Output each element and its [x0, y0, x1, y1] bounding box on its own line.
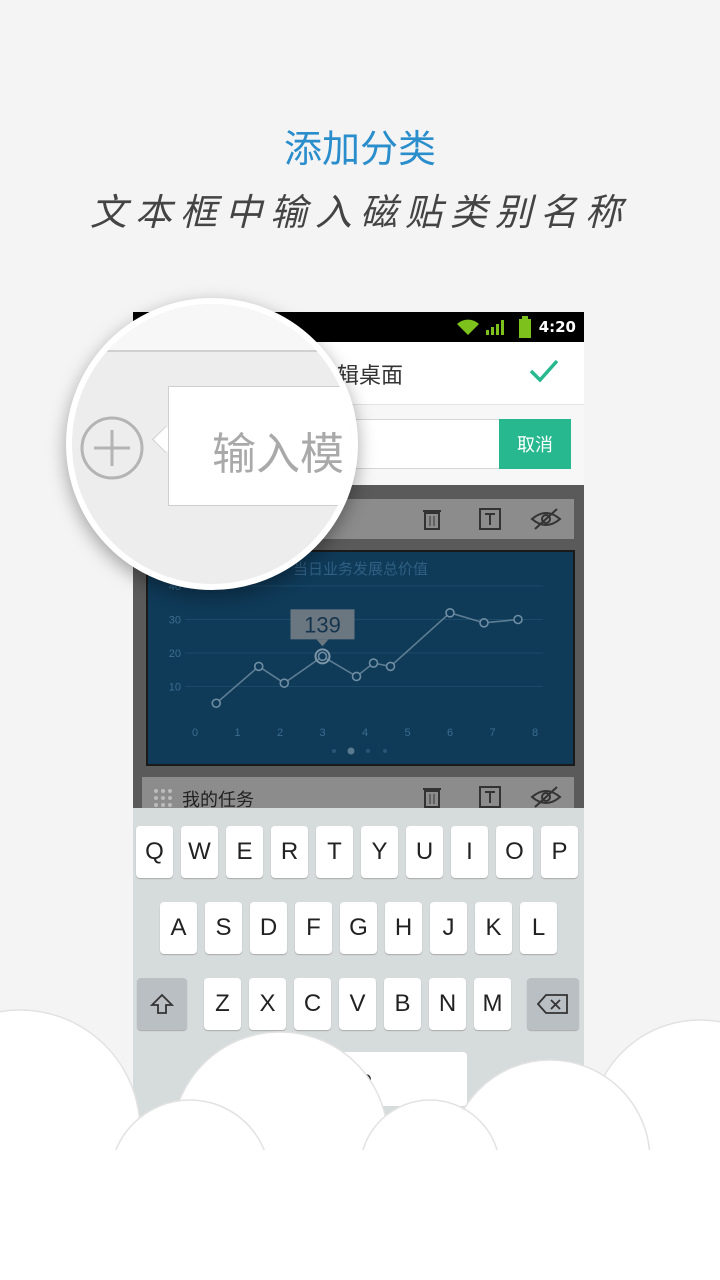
x-tick-label: 5 — [404, 727, 410, 739]
data-point — [479, 618, 489, 628]
y-tick-label: 20 — [169, 648, 181, 660]
tooltip-arrow — [316, 639, 329, 647]
page-dot — [366, 749, 370, 753]
x-tick-label: 3 — [319, 727, 325, 739]
key-r[interactable]: R — [271, 826, 308, 878]
page-dot — [332, 749, 336, 753]
key-g[interactable]: G — [340, 902, 377, 954]
cancel-button[interactable]: 取消 — [499, 419, 571, 469]
series-line — [215, 611, 519, 704]
key-d[interactable]: D — [250, 902, 287, 954]
page-title: 添加分类 — [283, 127, 436, 171]
data-point — [385, 661, 396, 672]
delete-icon[interactable] — [420, 507, 444, 531]
page-subtitle: 文本框中输入磁贴类别名称 — [90, 191, 630, 234]
key-i[interactable]: I — [451, 826, 488, 878]
data-point — [513, 614, 523, 625]
signal-icon — [486, 320, 504, 335]
x-tick-label: 1 — [234, 727, 240, 739]
drag-handle-icon[interactable] — [152, 787, 174, 809]
key-e[interactable]: E — [226, 826, 263, 878]
hide-eye-icon[interactable] — [530, 785, 562, 809]
x-tick-label: 8 — [532, 727, 538, 739]
key-h[interactable]: H — [385, 902, 422, 954]
key-p[interactable]: P — [541, 826, 578, 878]
hide-eye-icon[interactable] — [530, 507, 562, 531]
key-q[interactable]: Q — [136, 826, 173, 878]
data-point — [279, 678, 290, 688]
y-tick-label: 10 — [169, 682, 181, 694]
cloud-decoration — [0, 1009, 720, 1280]
key-w[interactable]: W — [181, 826, 218, 878]
tooltip-value: 139 — [304, 612, 341, 637]
x-tick-label: 7 — [489, 727, 495, 739]
data-point — [368, 658, 379, 668]
status-time: 4:20 — [538, 318, 576, 336]
battery-icon — [519, 316, 531, 338]
key-k[interactable]: K — [475, 902, 512, 954]
data-point — [317, 651, 328, 662]
y-tick-label: 30 — [169, 615, 181, 627]
magnifier-app-bar — [72, 304, 352, 352]
x-tick-label: 0 — [192, 727, 198, 739]
rename-icon[interactable] — [478, 785, 502, 809]
x-tick-label: 2 — [277, 727, 283, 739]
data-point — [445, 607, 455, 618]
x-tick-label: 6 — [447, 727, 453, 739]
key-j[interactable]: J — [430, 902, 467, 954]
zoomed-input-placeholder: 输入模 — [212, 429, 344, 480]
key-u[interactable]: U — [406, 826, 443, 878]
x-tick-label: 4 — [362, 727, 368, 739]
confirm-check-icon[interactable] — [527, 354, 561, 388]
data-point — [351, 671, 362, 682]
page-dot — [347, 747, 355, 755]
add-circle-icon[interactable] — [78, 414, 146, 482]
wifi-icon — [457, 319, 479, 335]
key-o[interactable]: O — [496, 826, 533, 878]
rename-icon[interactable] — [478, 507, 502, 531]
key-y[interactable]: Y — [361, 826, 398, 878]
data-point — [211, 698, 222, 709]
key-s[interactable]: S — [205, 902, 242, 954]
page-dot — [383, 749, 387, 753]
key-a[interactable]: A — [160, 902, 197, 954]
delete-icon[interactable] — [420, 785, 444, 809]
key-t[interactable]: T — [316, 826, 353, 878]
key-l[interactable]: L — [520, 902, 557, 954]
key-f[interactable]: F — [295, 902, 332, 954]
data-point — [253, 661, 264, 672]
magnifier-zoom: 输入模 — [66, 298, 358, 590]
